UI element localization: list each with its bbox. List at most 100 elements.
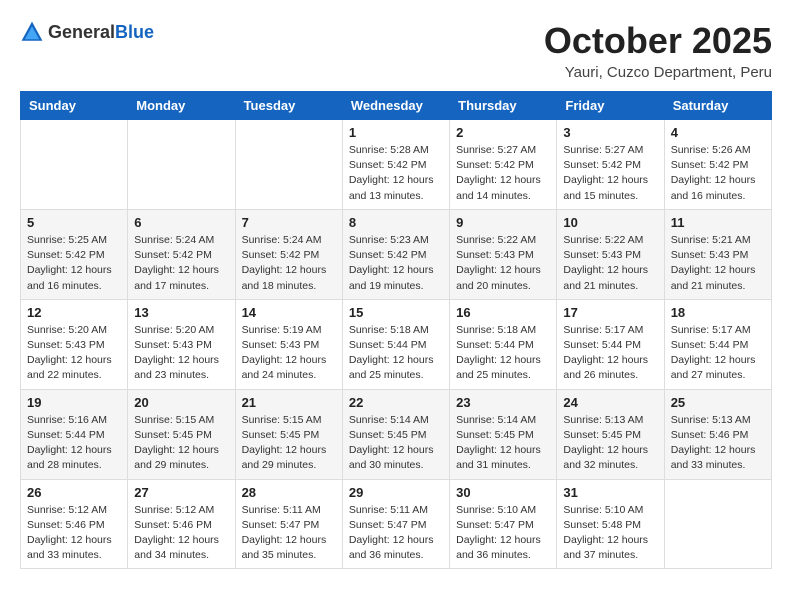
month-title: October 2025 <box>544 20 772 62</box>
calendar-cell <box>235 120 342 210</box>
day-info: Sunrise: 5:21 AM Sunset: 5:43 PM Dayligh… <box>671 233 765 294</box>
calendar-cell: 11Sunrise: 5:21 AM Sunset: 5:43 PM Dayli… <box>664 209 771 299</box>
day-info: Sunrise: 5:23 AM Sunset: 5:42 PM Dayligh… <box>349 233 443 294</box>
calendar-cell: 28Sunrise: 5:11 AM Sunset: 5:47 PM Dayli… <box>235 479 342 569</box>
day-info: Sunrise: 5:11 AM Sunset: 5:47 PM Dayligh… <box>349 503 443 564</box>
logo-text-general: General <box>48 22 115 42</box>
calendar-cell: 1 Sunrise: 5:28 AM Sunset: 5:42 PM Daylig… <box>342 120 449 210</box>
day-info: Sunrise: 5:24 AM Sunset: 5:42 PM Dayligh… <box>134 233 228 294</box>
calendar-cell: 2Sunrise: 5:27 AM Sunset: 5:42 PM Daylig… <box>450 120 557 210</box>
calendar-cell: 7 Sunrise: 5:24 AM Sunset: 5:42 PM Daylig… <box>235 209 342 299</box>
day-info: Sunrise: 5:20 AM Sunset: 5:43 PM Dayligh… <box>134 323 228 384</box>
calendar-cell: 18 Sunrise: 5:17 AM Sunset: 5:44 PM Dayli… <box>664 299 771 389</box>
calendar-cell: 15 Sunrise: 5:18 AM Sunset: 5:44 PM Dayli… <box>342 299 449 389</box>
calendar-cell: 27 Sunrise: 5:12 AM Sunset: 5:46 PM Dayli… <box>128 479 235 569</box>
calendar-cell <box>128 120 235 210</box>
calendar-header-sunday: Sunday <box>21 92 128 120</box>
day-info: Sunrise: 5:18 AM Sunset: 5:44 PM Dayligh… <box>349 323 443 384</box>
calendar-week-row: 5Sunrise: 5:25 AM Sunset: 5:42 PM Daylig… <box>21 209 772 299</box>
day-info: Sunrise: 5:16 AM Sunset: 5:44 PM Dayligh… <box>27 413 121 474</box>
day-number: 12 <box>27 305 121 320</box>
day-info: Sunrise: 5:17 AM Sunset: 5:44 PM Dayligh… <box>671 323 765 384</box>
day-number: 24 <box>563 395 657 410</box>
calendar-cell: 10Sunrise: 5:22 AM Sunset: 5:43 PM Dayli… <box>557 209 664 299</box>
calendar-cell: 12 Sunrise: 5:20 AM Sunset: 5:43 PM Dayli… <box>21 299 128 389</box>
day-info: Sunrise: 5:19 AM Sunset: 5:43 PM Dayligh… <box>242 323 336 384</box>
logo-icon <box>20 20 44 44</box>
calendar-cell: 25Sunrise: 5:13 AM Sunset: 5:46 PM Dayli… <box>664 389 771 479</box>
calendar-cell: 29Sunrise: 5:11 AM Sunset: 5:47 PM Dayli… <box>342 479 449 569</box>
day-number: 9 <box>456 215 550 230</box>
day-number: 28 <box>242 485 336 500</box>
calendar-cell: 24 Sunrise: 5:13 AM Sunset: 5:45 PM Dayli… <box>557 389 664 479</box>
day-info: Sunrise: 5:24 AM Sunset: 5:42 PM Dayligh… <box>242 233 336 294</box>
day-info: Sunrise: 5:15 AM Sunset: 5:45 PM Dayligh… <box>134 413 228 474</box>
day-number: 20 <box>134 395 228 410</box>
day-info: Sunrise: 5:13 AM Sunset: 5:45 PM Dayligh… <box>563 413 657 474</box>
calendar-cell: 31 Sunrise: 5:10 AM Sunset: 5:48 PM Dayli… <box>557 479 664 569</box>
calendar-header-thursday: Thursday <box>450 92 557 120</box>
calendar-cell: 13Sunrise: 5:20 AM Sunset: 5:43 PM Dayli… <box>128 299 235 389</box>
day-number: 22 <box>349 395 443 410</box>
calendar-week-row: 1 Sunrise: 5:28 AM Sunset: 5:42 PM Daylig… <box>21 120 772 210</box>
day-number: 8 <box>349 215 443 230</box>
day-number: 31 <box>563 485 657 500</box>
logo: GeneralBlue <box>20 20 154 44</box>
day-info: Sunrise: 5:27 AM Sunset: 5:42 PM Dayligh… <box>456 143 550 204</box>
calendar-week-row: 19 Sunrise: 5:16 AM Sunset: 5:44 PM Dayli… <box>21 389 772 479</box>
day-number: 23 <box>456 395 550 410</box>
day-info: Sunrise: 5:27 AM Sunset: 5:42 PM Dayligh… <box>563 143 657 204</box>
day-number: 21 <box>242 395 336 410</box>
calendar-header-wednesday: Wednesday <box>342 92 449 120</box>
day-info: Sunrise: 5:25 AM Sunset: 5:42 PM Dayligh… <box>27 233 121 294</box>
day-number: 14 <box>242 305 336 320</box>
day-info: Sunrise: 5:14 AM Sunset: 5:45 PM Dayligh… <box>349 413 443 474</box>
day-number: 30 <box>456 485 550 500</box>
calendar-cell: 26 Sunrise: 5:12 AM Sunset: 5:46 PM Dayli… <box>21 479 128 569</box>
day-info: Sunrise: 5:18 AM Sunset: 5:44 PM Dayligh… <box>456 323 550 384</box>
day-info: Sunrise: 5:15 AM Sunset: 5:45 PM Dayligh… <box>242 413 336 474</box>
day-number: 25 <box>671 395 765 410</box>
day-number: 19 <box>27 395 121 410</box>
day-number: 16 <box>456 305 550 320</box>
day-number: 4 <box>671 125 765 140</box>
header: GeneralBlue October 2025 Yauri, Cuzco De… <box>20 20 772 81</box>
day-info: Sunrise: 5:20 AM Sunset: 5:43 PM Dayligh… <box>27 323 121 384</box>
day-number: 10 <box>563 215 657 230</box>
day-number: 27 <box>134 485 228 500</box>
calendar-cell: 14 Sunrise: 5:19 AM Sunset: 5:43 PM Dayli… <box>235 299 342 389</box>
day-number: 7 <box>242 215 336 230</box>
day-number: 3 <box>563 125 657 140</box>
day-info: Sunrise: 5:28 AM Sunset: 5:42 PM Dayligh… <box>349 143 443 204</box>
day-number: 1 <box>349 125 443 140</box>
calendar-cell: 19 Sunrise: 5:16 AM Sunset: 5:44 PM Dayli… <box>21 389 128 479</box>
calendar-cell: 23 Sunrise: 5:14 AM Sunset: 5:45 PM Dayli… <box>450 389 557 479</box>
calendar-cell: 22 Sunrise: 5:14 AM Sunset: 5:45 PM Dayli… <box>342 389 449 479</box>
calendar-cell: 20 Sunrise: 5:15 AM Sunset: 5:45 PM Dayli… <box>128 389 235 479</box>
day-number: 15 <box>349 305 443 320</box>
calendar-cell: 30 Sunrise: 5:10 AM Sunset: 5:47 PM Dayli… <box>450 479 557 569</box>
calendar-cell: 4 Sunrise: 5:26 AM Sunset: 5:42 PM Daylig… <box>664 120 771 210</box>
calendar-cell: 21 Sunrise: 5:15 AM Sunset: 5:45 PM Dayli… <box>235 389 342 479</box>
calendar-cell: 9Sunrise: 5:22 AM Sunset: 5:43 PM Daylig… <box>450 209 557 299</box>
calendar-header-friday: Friday <box>557 92 664 120</box>
day-info: Sunrise: 5:26 AM Sunset: 5:42 PM Dayligh… <box>671 143 765 204</box>
day-number: 26 <box>27 485 121 500</box>
title-area: October 2025 Yauri, Cuzco Department, Pe… <box>544 20 772 81</box>
day-info: Sunrise: 5:10 AM Sunset: 5:47 PM Dayligh… <box>456 503 550 564</box>
calendar-cell: 16 Sunrise: 5:18 AM Sunset: 5:44 PM Dayli… <box>450 299 557 389</box>
subtitle: Yauri, Cuzco Department, Peru <box>544 64 772 81</box>
day-number: 6 <box>134 215 228 230</box>
day-info: Sunrise: 5:10 AM Sunset: 5:48 PM Dayligh… <box>563 503 657 564</box>
calendar-cell <box>664 479 771 569</box>
day-info: Sunrise: 5:14 AM Sunset: 5:45 PM Dayligh… <box>456 413 550 474</box>
day-info: Sunrise: 5:17 AM Sunset: 5:44 PM Dayligh… <box>563 323 657 384</box>
day-number: 17 <box>563 305 657 320</box>
calendar-header-row: SundayMondayTuesdayWednesdayThursdayFrid… <box>21 92 772 120</box>
calendar-week-row: 12 Sunrise: 5:20 AM Sunset: 5:43 PM Dayli… <box>21 299 772 389</box>
calendar-header-tuesday: Tuesday <box>235 92 342 120</box>
day-number: 18 <box>671 305 765 320</box>
calendar-header-saturday: Saturday <box>664 92 771 120</box>
day-info: Sunrise: 5:12 AM Sunset: 5:46 PM Dayligh… <box>134 503 228 564</box>
day-info: Sunrise: 5:12 AM Sunset: 5:46 PM Dayligh… <box>27 503 121 564</box>
